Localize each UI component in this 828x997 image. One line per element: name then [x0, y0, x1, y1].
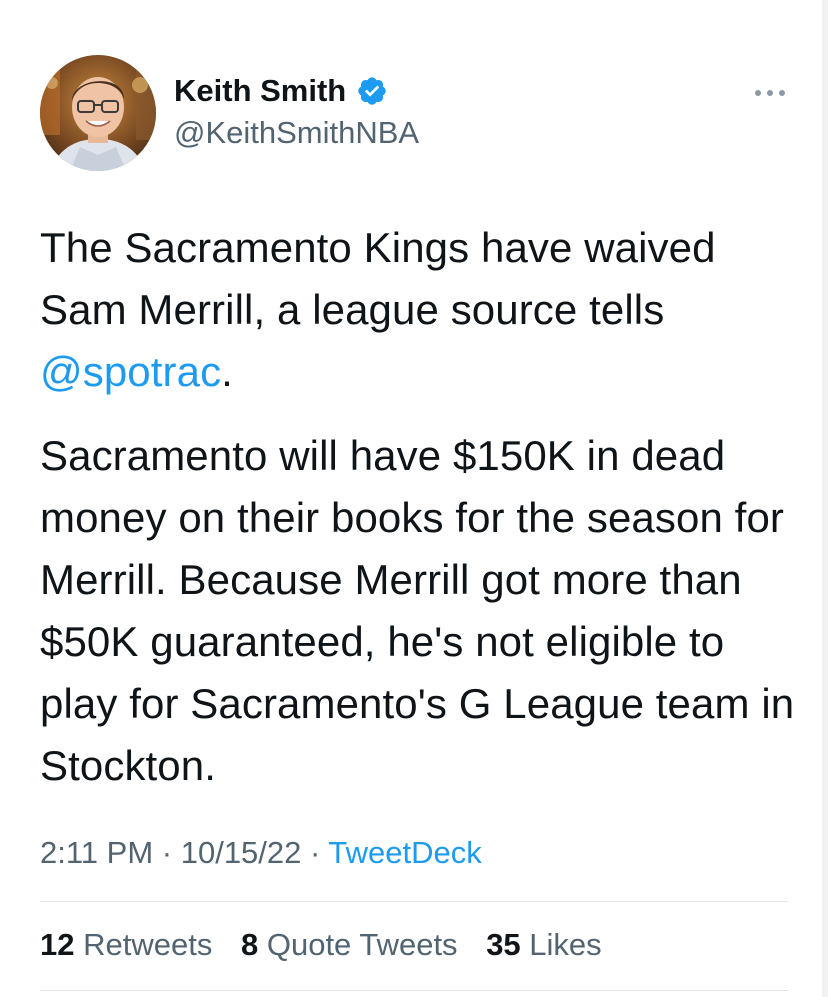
quote-tweets-count: 8	[240, 927, 259, 962]
tweet-source-link[interactable]: TweetDeck	[328, 835, 481, 870]
tweet-time[interactable]: 2:11 PM	[40, 835, 153, 870]
avatar[interactable]	[40, 55, 156, 171]
retweets-label: Retweets	[83, 927, 213, 962]
more-horizontal-icon	[755, 90, 785, 96]
tweet-text: The Sacramento Kings have waived Sam Mer…	[40, 217, 810, 797]
author-name-row[interactable]: Keith Smith	[174, 71, 388, 111]
divider	[40, 990, 788, 991]
engagement-stats: 12 Retweets 8 Quote Tweets 35 Likes	[40, 925, 622, 965]
divider	[40, 901, 788, 902]
tweet-date[interactable]: 10/15/22	[181, 835, 302, 870]
meta-separator: ·	[153, 835, 181, 870]
verified-badge-icon	[358, 77, 386, 105]
meta-separator: ·	[301, 835, 329, 870]
likes-stat[interactable]: 35 Likes	[486, 925, 601, 965]
more-options-button[interactable]	[748, 78, 792, 108]
likes-count: 35	[486, 927, 521, 962]
tweet-paragraph-1: The Sacramento Kings have waived Sam Mer…	[40, 217, 810, 403]
likes-label: Likes	[529, 927, 602, 962]
retweets-stat[interactable]: 12 Retweets	[40, 925, 212, 965]
mention-link-spotrac[interactable]: @spotrac	[40, 348, 221, 395]
quote-tweets-label: Quote Tweets	[266, 927, 458, 962]
author-handle[interactable]: @KeithSmithNBA	[174, 113, 419, 153]
avatar-photo	[40, 55, 156, 171]
tweet-paragraph-2: Sacramento will have $150K in dead money…	[40, 432, 795, 789]
retweets-count: 12	[40, 927, 75, 962]
tweet-meta: 2:11 PM · 10/15/22 · TweetDeck	[40, 833, 482, 873]
tweet-paragraph-1-end: .	[221, 348, 233, 395]
author-display-name[interactable]: Keith Smith	[174, 71, 346, 111]
tweet-paragraph-1-text: The Sacramento Kings have waived Sam Mer…	[40, 224, 716, 333]
quote-tweets-stat[interactable]: 8 Quote Tweets	[241, 925, 458, 965]
scrollbar[interactable]	[822, 0, 828, 997]
